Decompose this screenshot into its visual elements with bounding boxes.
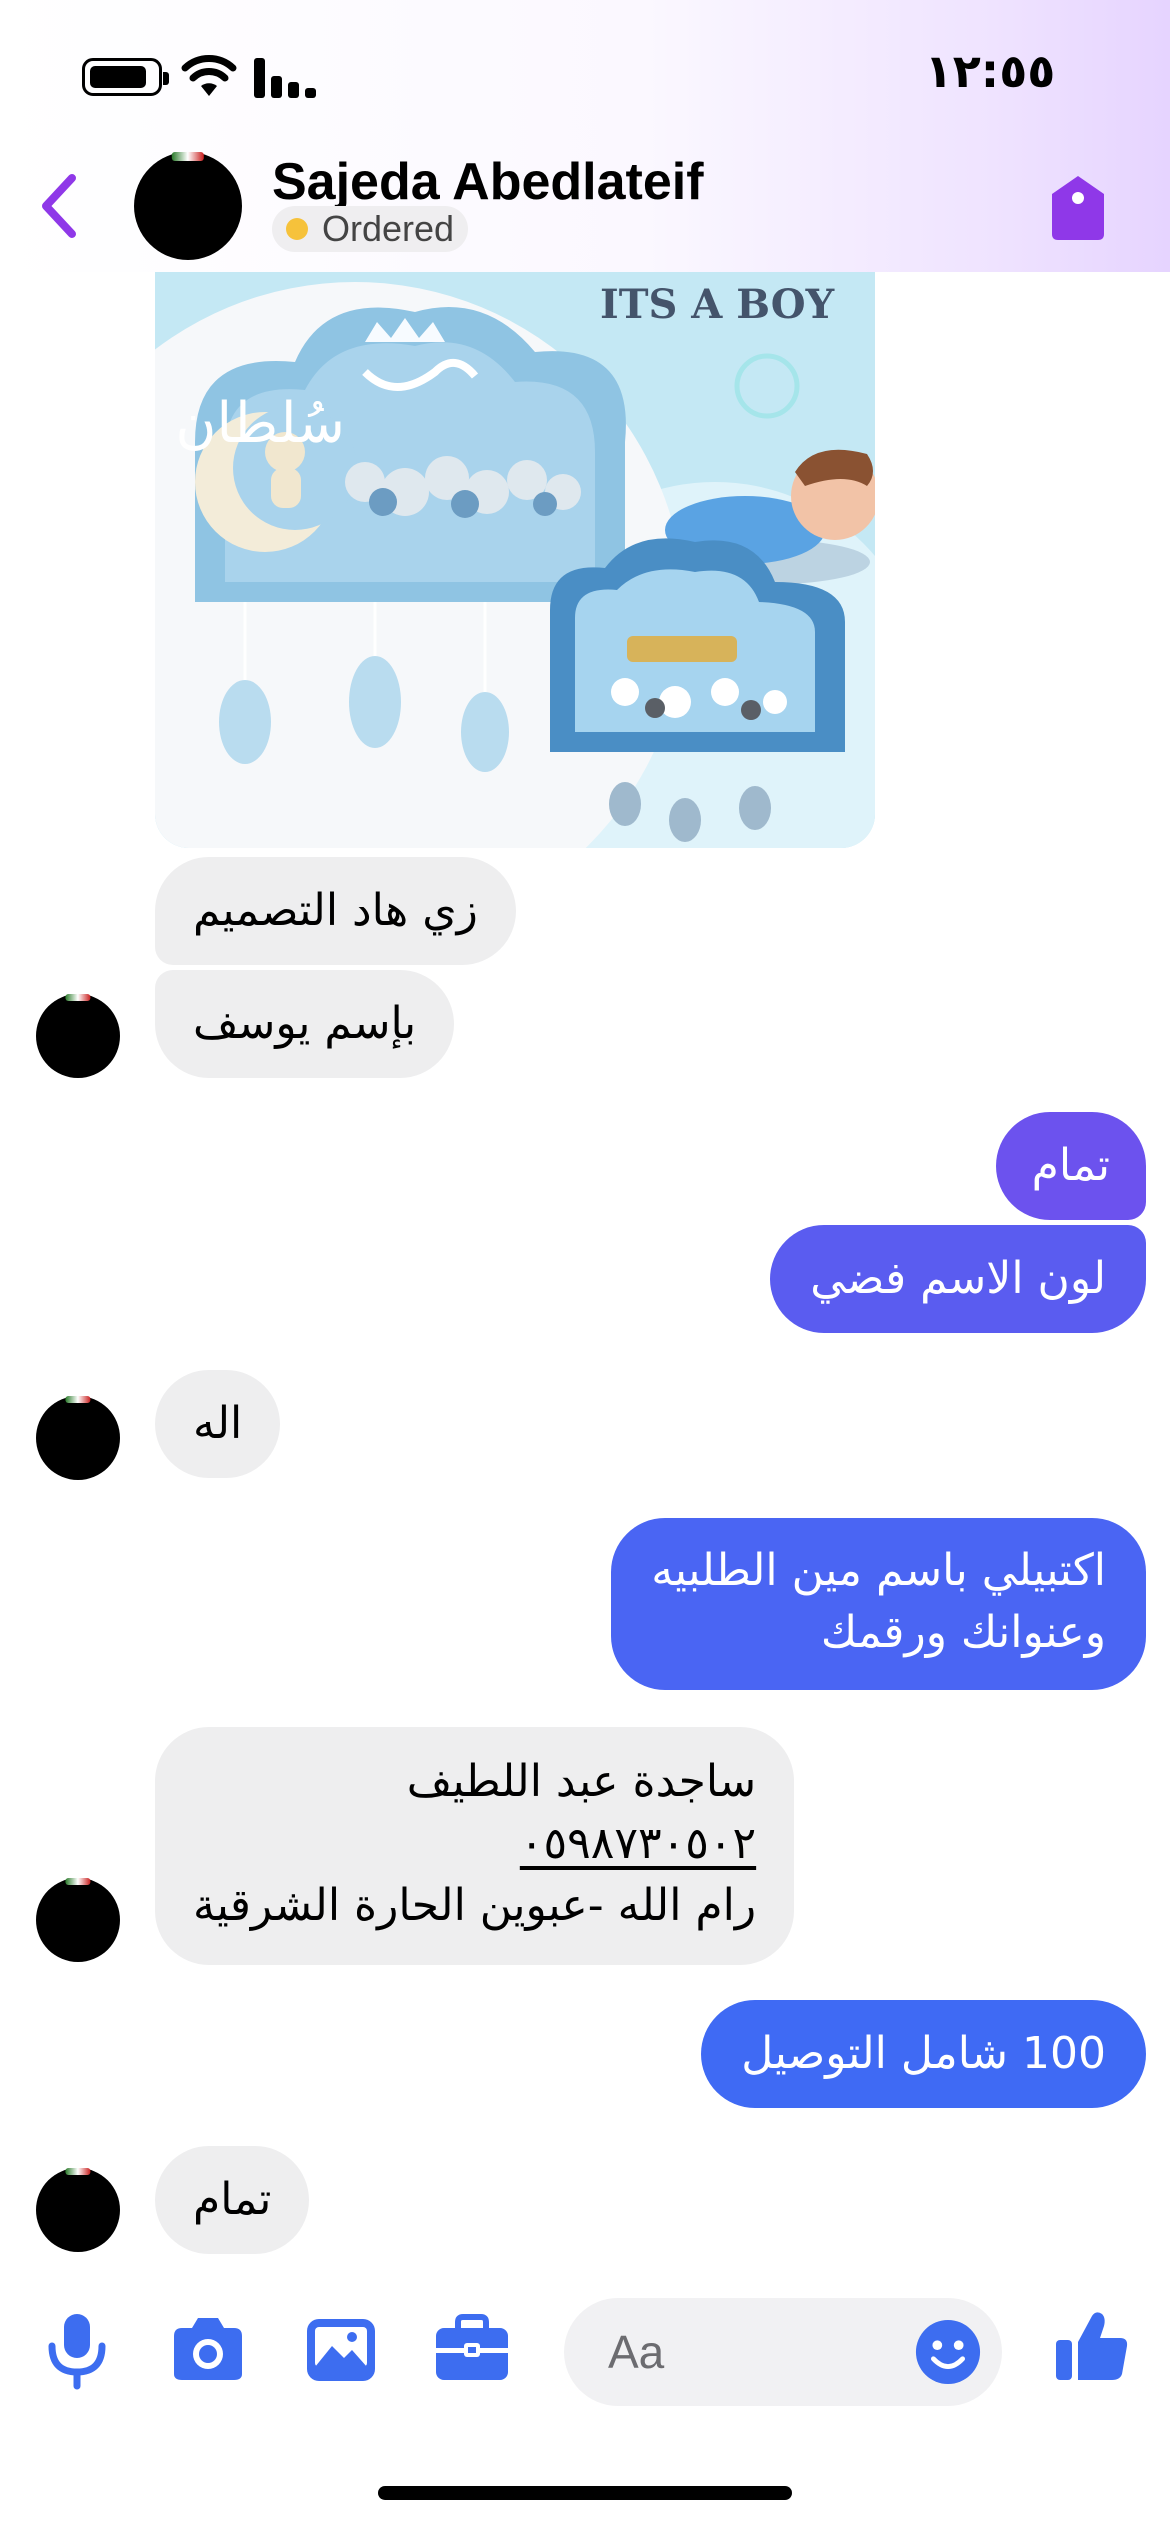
battery-icon [82, 58, 169, 96]
outgoing-message-bubble[interactable]: تمام [995, 1112, 1146, 1220]
camera-icon[interactable] [168, 2314, 248, 2384]
microphone-icon[interactable] [42, 2310, 112, 2390]
message-text: بإسم يوسف [193, 998, 417, 1049]
product-image-graphic: ITS A BOY سُلطان [155, 272, 875, 848]
message-text: زي هاد التصميم [193, 885, 478, 936]
order-status-label: Ordered [322, 208, 455, 249]
tag-icon[interactable] [1046, 172, 1110, 244]
photo-banner-text: ITS A BOY [600, 281, 835, 328]
status-time: ١٢:٥٥ [924, 44, 1056, 98]
phone-number-link[interactable]: ٠٥٩٨٧٣٠٥٠٢ [193, 1813, 756, 1875]
emoji-icon[interactable] [914, 2318, 982, 2386]
message-text-line: وعنوانك ورقمك [820, 1607, 1106, 1658]
thumbs-up-icon[interactable] [1054, 2308, 1130, 2384]
message-text: تمام [193, 2174, 272, 2225]
signal-icon [254, 56, 318, 98]
message-input-container[interactable] [564, 2298, 1002, 2406]
outgoing-message-bubble[interactable]: اكتبيلي باسم مين الطلبيه وعنوانك ورقمك [611, 1518, 1146, 1690]
status-dot [286, 218, 308, 240]
messenger-chat-screen: ١٢:٥٥ Sajeda Abedlateif Ordered ITS A BO… [0, 0, 1170, 2532]
wifi-icon [181, 55, 237, 96]
back-chevron-icon[interactable] [30, 168, 90, 244]
contact-name[interactable]: Sajeda Abedlateif [272, 152, 704, 212]
incoming-message-bubble[interactable]: تمام [155, 2146, 310, 2254]
incoming-message-bubble[interactable]: ساجدة عبد اللطيف ٠٥٩٨٧٣٠٥٠٢ رام الله -عب… [155, 1727, 795, 1965]
incoming-message-bubble[interactable]: زي هاد التصميم [155, 857, 516, 965]
photo-main-name-text: سُلطان [175, 391, 345, 456]
contact-avatar-small[interactable] [36, 1878, 120, 1962]
message-composer [0, 2270, 1170, 2430]
chat-header: Sajeda Abedlateif Ordered [0, 140, 1170, 272]
contact-avatar[interactable] [134, 152, 242, 260]
message-text-line: ساجدة عبد اللطيف [406, 1756, 757, 1807]
message-list[interactable]: ITS A BOY سُلطان زي هاد التصميم بإسم يوس… [0, 272, 1170, 2272]
message-text: 100 شامل التوصيل [741, 2028, 1106, 2079]
message-text: لون الاسم فضي [810, 1253, 1106, 1304]
message-text-line: اكتبيلي باسم مين الطلبيه [651, 1545, 1106, 1596]
contact-avatar-small[interactable] [36, 2168, 120, 2252]
contact-avatar-small[interactable] [36, 994, 120, 1078]
shared-product-photo[interactable]: ITS A BOY سُلطان [155, 272, 875, 848]
outgoing-message-bubble[interactable]: لون الاسم فضي [770, 1225, 1146, 1333]
message-text: اله [193, 1398, 243, 1449]
status-bar: ١٢:٥٥ [0, 0, 1170, 140]
contact-avatar-small[interactable] [36, 1396, 120, 1480]
message-input[interactable] [608, 2322, 908, 2382]
incoming-message-bubble[interactable]: اله [155, 1370, 281, 1478]
briefcase-icon[interactable] [432, 2314, 512, 2384]
gallery-icon[interactable] [304, 2316, 378, 2384]
incoming-message-bubble[interactable]: بإسم يوسف [155, 970, 455, 1078]
outgoing-message-bubble[interactable]: 100 شامل التوصيل [701, 2000, 1146, 2108]
message-text: تمام [1031, 1140, 1110, 1191]
order-status-badge[interactable]: Ordered [272, 206, 469, 252]
message-text-line: رام الله -عبوين الحارة الشرقية [193, 1880, 757, 1931]
home-indicator[interactable] [378, 2486, 792, 2500]
